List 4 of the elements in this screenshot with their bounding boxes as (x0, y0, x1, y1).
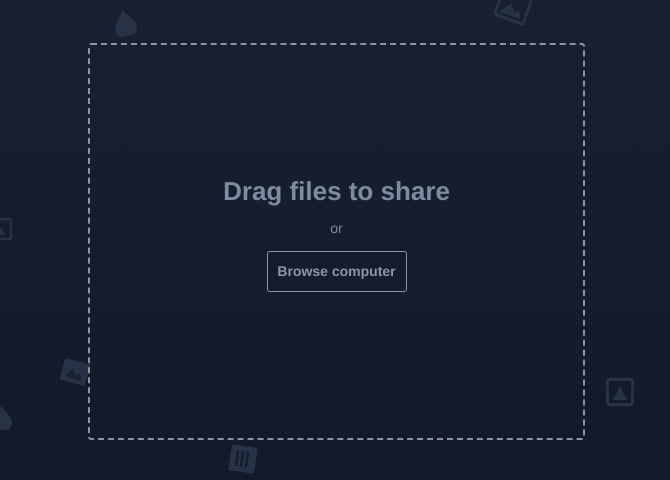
separator-text: or (330, 218, 343, 238)
drop-zone-title: Drag files to share (223, 174, 450, 208)
browse-button[interactable]: Browse computer (266, 250, 406, 292)
drop-zone[interactable]: Drag files to share or Browse computer (88, 43, 585, 440)
